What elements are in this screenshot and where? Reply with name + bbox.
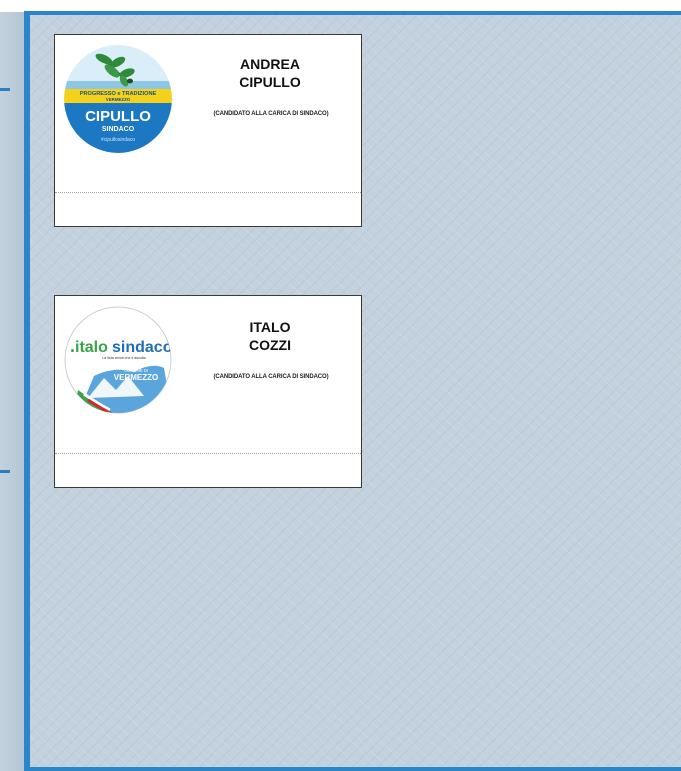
candidate-last-name: COZZI: [249, 337, 291, 353]
candidate-box-cozzi[interactable]: . italo sindaco La lista civica che ti a…: [54, 295, 362, 488]
mountain-flag-icon: . italo sindaco La lista civica che ti a…: [64, 306, 172, 414]
cozzi-party-logo: . italo sindaco La lista civica che ti a…: [64, 306, 172, 414]
write-in-line: [55, 453, 361, 454]
candidate-role: (CANDIDATO ALLA CARICA DI SINDACO): [213, 374, 329, 380]
svg-text:italo: italo: [75, 339, 108, 356]
cipullo-party-logo: PROGRESSO e TRADIZIONE VERMEZZO CIPULLO …: [64, 45, 172, 153]
candidate-name: ITALO COZZI: [185, 318, 355, 354]
left-margin-strip: [0, 0, 24, 771]
candidate-first-name: ITALO: [249, 319, 291, 335]
svg-text:VERMEZZO: VERMEZZO: [114, 373, 158, 382]
candidate-box-cipullo[interactable]: PROGRESSO e TRADIZIONE VERMEZZO CIPULLO …: [54, 34, 362, 227]
branch-with-leaves-icon: PROGRESSO e TRADIZIONE VERMEZZO CIPULLO …: [64, 45, 172, 153]
candidate-role: (CANDIDATO ALLA CARICA DI SINDACO): [213, 111, 329, 117]
candidate-first-name: ANDREA: [240, 56, 300, 72]
candidate-last-name: CIPULLO: [239, 74, 301, 90]
page: PROGRESSO e TRADIZIONE VERMEZZO CIPULLO …: [0, 0, 681, 771]
svg-text:sindaco: sindaco: [112, 339, 172, 356]
svg-text:SINDACO: SINDACO: [102, 126, 135, 133]
write-in-line: [55, 192, 361, 193]
left-margin-mark: [0, 470, 10, 473]
candidate-name: ANDREA CIPULLO: [185, 55, 355, 91]
svg-text:#cipullosindaco: #cipullosindaco: [101, 137, 135, 143]
svg-text:VERMEZZO: VERMEZZO: [106, 97, 131, 102]
left-margin-mark: [0, 88, 10, 91]
svg-text:La lista civica che ti ascolta: La lista civica che ti ascolta: [102, 356, 145, 360]
svg-text:CIPULLO: CIPULLO: [85, 108, 151, 125]
